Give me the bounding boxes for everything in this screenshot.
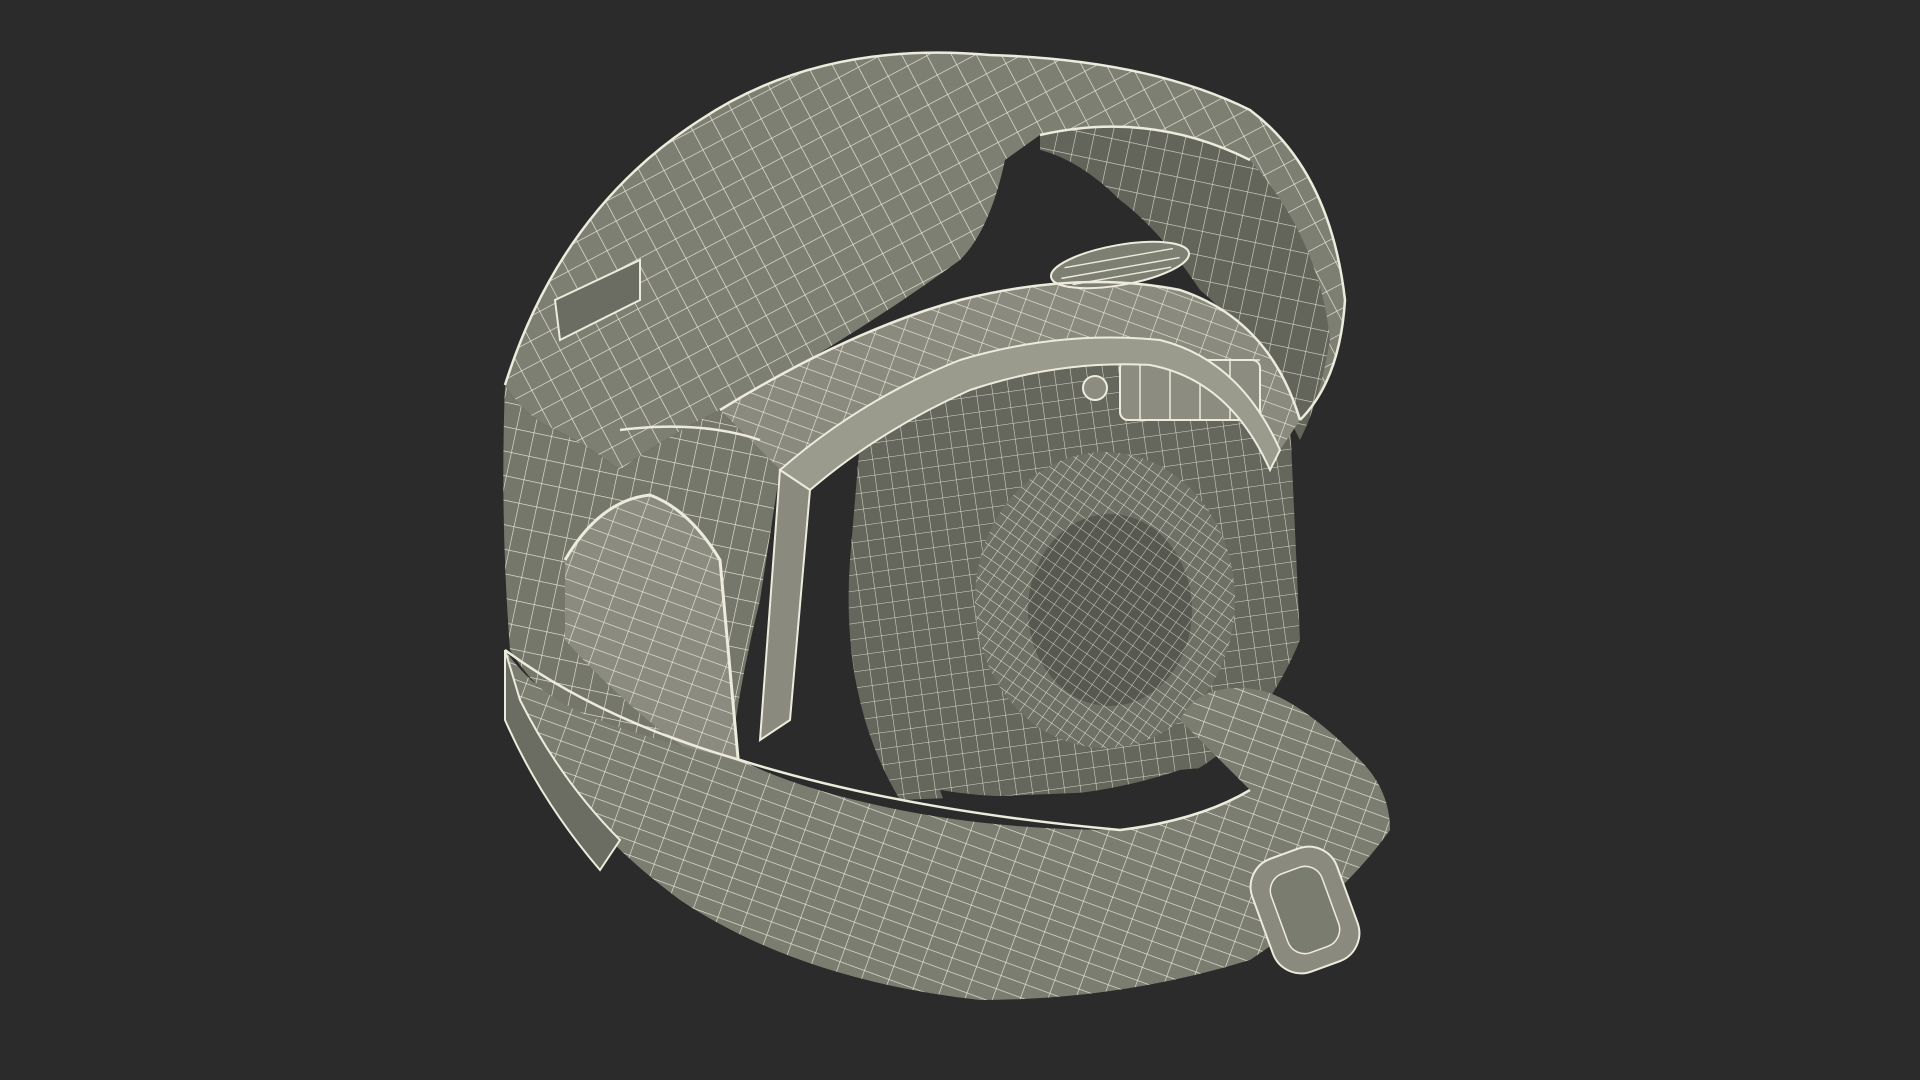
helmet-wireframe-render [503,51,1390,1000]
render-viewport [0,0,1920,1080]
